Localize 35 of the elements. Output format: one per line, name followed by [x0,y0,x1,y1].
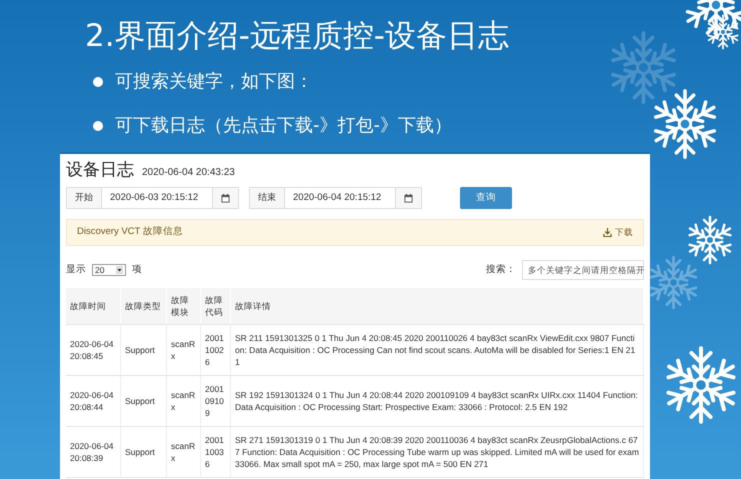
column-header: 故障类型 [125,300,161,312]
table-cell-text: 2020-06-04 20:08:39 [70,440,114,464]
column-header: 故障时间 [70,300,106,312]
page-title: 设备日志 [66,159,134,181]
table-cell: Support [125,395,155,407]
table-cell: Support [125,344,155,356]
page-size-select[interactable]: 20 [92,264,126,276]
dropdown-icon [116,266,123,274]
show-label: 显示 [66,262,86,277]
column-header: 故障模块 [171,294,190,318]
table-cell-text: 200109109 [205,383,225,419]
table-cell: scanRx [171,440,196,464]
page-timestamp: 2020-06-04 20:43:23 [142,166,235,180]
download-button[interactable]: 下载 [603,226,633,239]
search-label: 搜索： [486,262,516,277]
table-cell-text: 2020-06-04 20:08:44 [70,389,114,413]
download-icon [603,228,612,237]
items-label: 项 [132,262,142,277]
table-cell-text: 200110036 [205,434,225,470]
table-cell: SR 271 1591301319 0 1 Thu Jun 4 20:08:39 2020 200110036 4 bay83ct scanRx ZeusrpGlobalActions.c 677 Function: Data Acquisition : OC Processing Tube warm up was skipped. Limited mA will be used for exam 33066. Max small spot mA = 250, max large spot mA = 500 EN 271 [235,434,639,470]
alert-text: Discovery VCT 故障信息 [77,225,183,240]
table-cell: scanRx [171,338,196,362]
table-cell-text: 2020-06-04 20:08:45 [70,338,114,362]
table-cell: scanRx [171,389,196,413]
slide-title: 2.界面介绍-远程质控-设备日志 [85,17,509,56]
table-cell: SR 192 1591301324 0 1 Thu Jun 4 20:08:44 2020 200109109 4 bay83ct scanRx UIRx.cxx 11404 Function: Data Acquisition : OC Processing Start: Prospective Exam: 33066 : Protocol: 2.5 EN 192 [235,389,639,413]
table-cell-text: SR 211 1591301325 0 1 Thu Jun 4 20:08:45 2020 200110026 4 bay83ct scanRx ViewEdit.cxx 9807 Function: Data Acquisition : OC Processing Can not find scout scans. AutoMa will be disabled for Series:1 EN 211 [235,332,636,368]
bullet-text: 可搜索关键字，如下图： [115,70,313,94]
column-header: 故障详情 [235,300,271,312]
search-field[interactable]: 多个关键字之间请用空格隔开 [522,260,644,280]
table-cell-text: 200110026 [205,332,225,368]
bullet-text: 可下载日志（先点击下载-》打包-》下载） [115,114,452,138]
column-header: 故障代码 [205,294,224,318]
table-cell: Support [125,446,155,458]
query-button[interactable]: 查询 [460,187,512,209]
